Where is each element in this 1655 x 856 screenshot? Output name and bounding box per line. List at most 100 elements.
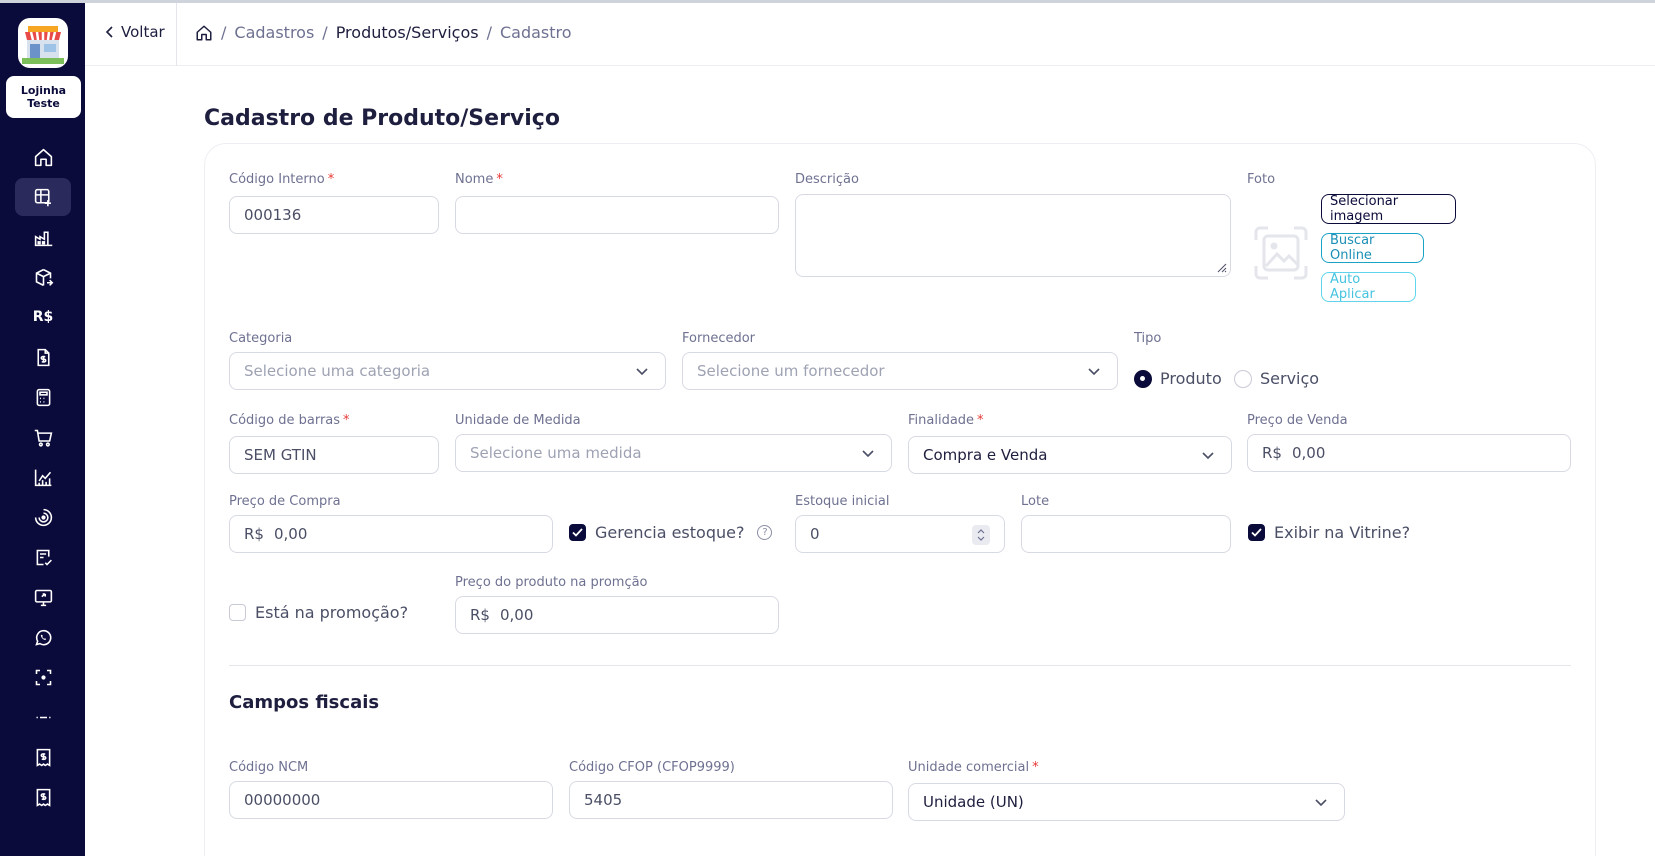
codigo-barras-label: Código de barras *: [229, 413, 350, 428]
auto-apply-button[interactable]: Auto Aplicar: [1321, 272, 1416, 302]
section-divider: [229, 665, 1571, 666]
preco-compra-input[interactable]: R$ 0,00: [229, 515, 553, 553]
unidade-comercial-label: Unidade comercial *: [908, 760, 1039, 775]
sidebar-vendas[interactable]: [15, 418, 71, 456]
sidebar-home[interactable]: [15, 138, 71, 176]
exibir-vitrine-label: Exibir na Vitrine?: [1274, 523, 1411, 542]
chevron-down-icon: [1202, 452, 1214, 460]
currency-icon: R$: [32, 309, 54, 325]
sidebar-financeiro[interactable]: R$: [15, 298, 71, 336]
preco-venda-input[interactable]: R$ 0,00: [1247, 434, 1571, 472]
cart-icon: [34, 429, 52, 447]
estoque-inicial-label: Estoque inicial: [795, 494, 890, 509]
preco-promocao-input[interactable]: R$ 0,00: [455, 596, 779, 634]
sidebar-pdv[interactable]: [15, 578, 71, 616]
lote-label: Lote: [1021, 494, 1050, 509]
sidebar-metas[interactable]: [15, 498, 71, 536]
breadcrumb-produtos[interactable]: Produtos/Serviços: [336, 23, 479, 42]
receipt-2-icon: [36, 788, 50, 807]
top-header: Voltar / Cadastros / Produtos/Serviços /…: [85, 3, 1655, 66]
fornecedor-select[interactable]: Selecione um fornecedor: [682, 352, 1118, 390]
back-button[interactable]: Voltar: [105, 23, 165, 41]
tipo-servico-radio[interactable]: Serviço: [1234, 369, 1319, 388]
sidebar-recibos-2[interactable]: [15, 778, 71, 816]
fornecedor-label: Fornecedor: [682, 331, 756, 346]
check-icon: [1251, 528, 1262, 537]
calculator-icon: [36, 388, 50, 406]
store-name[interactable]: Lojinha Teste: [6, 76, 81, 118]
exibir-vitrine-checkbox[interactable]: Exibir na Vitrine?: [1248, 523, 1410, 542]
check-icon: [572, 528, 583, 537]
sidebar-estoque[interactable]: [15, 258, 71, 296]
codigo-interno-input[interactable]: 000136: [229, 196, 439, 234]
invoice-icon: [36, 348, 50, 366]
estoque-inicial-input[interactable]: 0: [795, 515, 1005, 553]
tipo-label: Tipo: [1134, 331, 1162, 346]
gerencia-estoque-checkbox[interactable]: Gerencia estoque? ?: [569, 523, 773, 542]
fiscal-section-title: Campos fiscais: [229, 692, 380, 713]
sidebar-recibos[interactable]: [15, 738, 71, 776]
sidebar-more[interactable]: [15, 698, 71, 736]
tipo-servico-label: Serviço: [1260, 369, 1320, 388]
header-divider: [176, 3, 177, 66]
ncm-input[interactable]: 00000000: [229, 781, 553, 819]
chart-icon: [34, 469, 51, 486]
sidebar-scanner[interactable]: [15, 658, 71, 696]
categoria-select[interactable]: Selecione uma categoria: [229, 352, 666, 390]
scan-icon: [35, 669, 51, 685]
nome-input[interactable]: [455, 196, 779, 234]
finalidade-select[interactable]: Compra e Venda: [908, 436, 1232, 474]
codigo-barras-input[interactable]: SEM GTIN: [229, 436, 439, 474]
preco-venda-label: Preço de Venda: [1247, 413, 1348, 428]
checkbox-unchecked: [229, 604, 246, 621]
breadcrumb-home-icon[interactable]: [195, 24, 213, 42]
finalidade-label: Finalidade *: [908, 413, 984, 428]
cfop-label: Código CFOP (CFOP9999): [569, 760, 735, 775]
back-label: Voltar: [121, 23, 165, 41]
ncm-label: Código NCM: [229, 760, 309, 775]
breadcrumb-separator: /: [322, 23, 328, 42]
page-title: Cadastro de Produto/Serviço: [204, 106, 560, 131]
sidebar-cadastros[interactable]: [15, 178, 71, 216]
preco-compra-label: Preço de Compra: [229, 494, 341, 509]
spinner-arrows-icon: [977, 529, 985, 541]
sidebar-notas[interactable]: [15, 338, 71, 376]
sidebar-whatsapp[interactable]: [15, 618, 71, 656]
store-name-line1: Lojinha: [20, 84, 67, 97]
promocao-label: Está na promoção?: [255, 603, 409, 622]
select-image-button[interactable]: Selecionar imagem: [1321, 194, 1456, 224]
checkbox-checked: [569, 524, 586, 541]
cfop-input[interactable]: 5405: [569, 781, 893, 819]
sidebar-fornecedores[interactable]: [15, 218, 71, 256]
chevron-down-icon: [862, 450, 874, 458]
help-icon[interactable]: ?: [757, 525, 773, 540]
descricao-label: Descrição: [795, 172, 859, 187]
breadcrumb: / Cadastros / Produtos/Serviços / Cadast…: [195, 23, 572, 42]
unidade-medida-select[interactable]: Selecione uma medida: [455, 434, 892, 472]
categoria-label: Categoria: [229, 331, 293, 346]
ellipsis-icon: [36, 716, 50, 718]
monitor-icon: [34, 589, 52, 606]
tipo-produto-radio[interactable]: Produto: [1134, 369, 1222, 388]
chevron-left-icon: [105, 26, 113, 38]
unidade-comercial-select[interactable]: Unidade (UN): [908, 783, 1345, 821]
table-add-icon: [34, 188, 51, 206]
promocao-checkbox[interactable]: Está na promoção?: [229, 603, 408, 622]
sidebar-pedidos[interactable]: [15, 538, 71, 576]
store-icon: [22, 26, 64, 64]
lote-input[interactable]: [1021, 515, 1231, 553]
store-logo[interactable]: [18, 18, 68, 68]
currency-prefix: R$: [244, 525, 264, 543]
checklist-icon: [36, 549, 52, 566]
sidebar-calculadora[interactable]: [15, 378, 71, 416]
breadcrumb-cadastros[interactable]: Cadastros: [234, 23, 314, 42]
number-spinner[interactable]: [972, 525, 990, 545]
breadcrumb-separator: /: [486, 23, 492, 42]
home-icon: [34, 148, 52, 166]
sidebar-relatorios[interactable]: [15, 458, 71, 496]
tipo-produto-label: Produto: [1160, 369, 1222, 388]
unidade-medida-label: Unidade de Medida: [455, 413, 581, 428]
search-online-button[interactable]: Buscar Online: [1321, 233, 1424, 263]
descricao-textarea[interactable]: [795, 194, 1231, 277]
receipt-icon: [36, 748, 50, 767]
